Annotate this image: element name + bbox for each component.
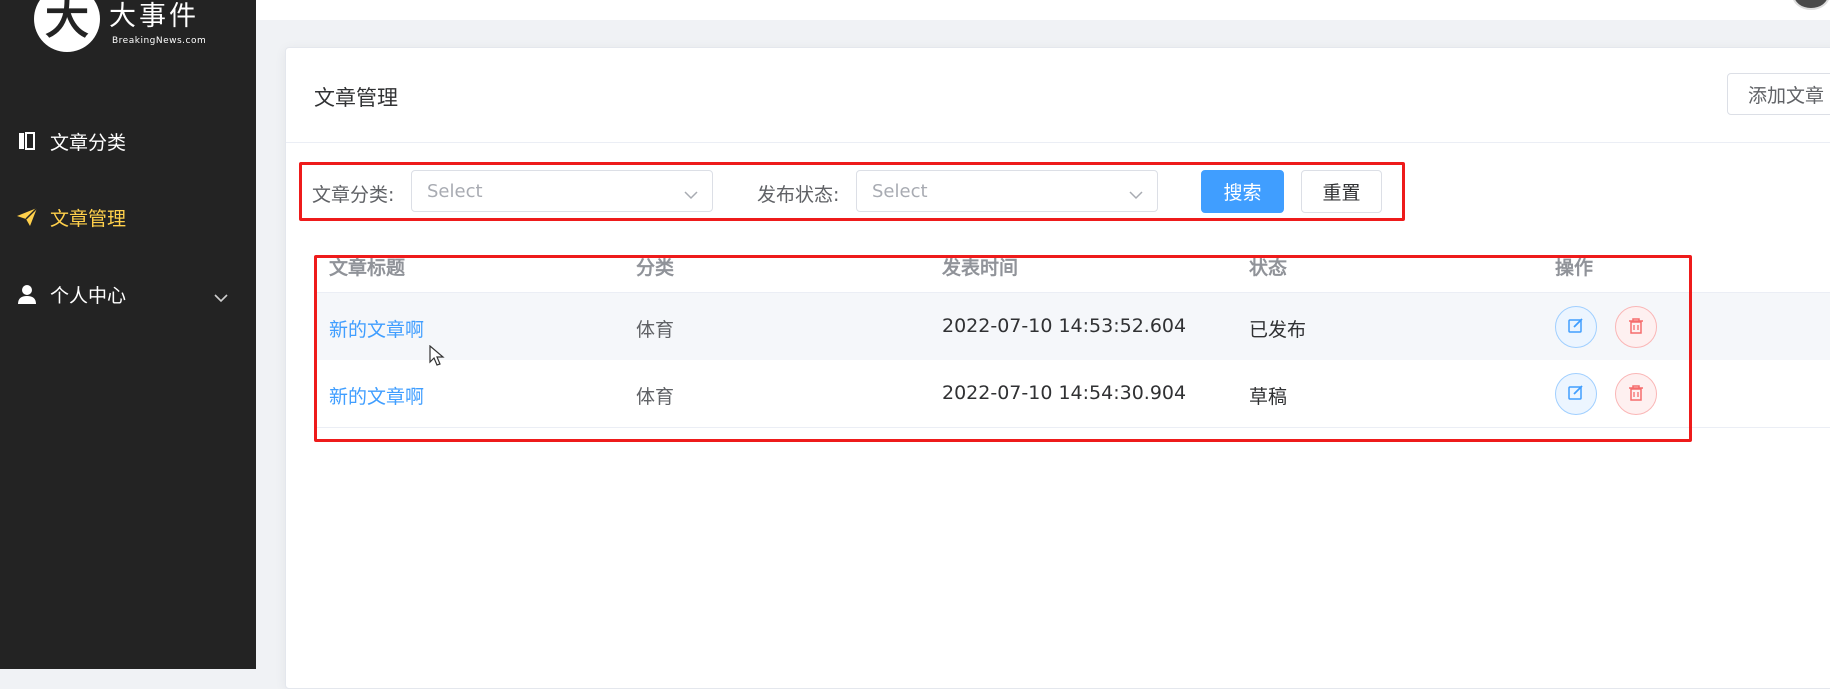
- mouse-cursor-icon: [429, 344, 445, 371]
- edit-icon: [1567, 384, 1585, 405]
- column-header-actions: 操作: [1555, 257, 1594, 279]
- column-header-category: 分类: [636, 257, 675, 279]
- page-title: 文章管理: [314, 86, 398, 110]
- status-label: 发布状态:: [757, 184, 840, 206]
- chevron-down-icon: [214, 286, 228, 308]
- sidebar-item-label: 个人中心: [50, 284, 127, 307]
- column-header-state: 状态: [1249, 257, 1288, 279]
- trash-icon: [1628, 317, 1644, 338]
- send-icon: [16, 206, 38, 228]
- search-button[interactable]: 搜索: [1201, 170, 1284, 213]
- status-select[interactable]: Select: [856, 170, 1158, 212]
- sidebar-item-article-category[interactable]: 文章分类: [0, 116, 256, 166]
- category-select-placeholder: Select: [427, 181, 483, 202]
- table-row: 新的文章啊 体育 2022-07-10 14:53:52.604 已发布: [314, 292, 1830, 361]
- add-article-button[interactable]: 添加文章: [1727, 73, 1830, 115]
- status-select-placeholder: Select: [872, 181, 928, 202]
- logo-subtitle: BreakingNews.com: [112, 36, 207, 46]
- chevron-down-icon: [684, 185, 698, 204]
- logo-mark: 大: [34, 0, 100, 52]
- sidebar: 大 大事件 BreakingNews.com 文章分类 文章管理 个人中心: [0, 0, 256, 669]
- column-header-time: 发表时间: [942, 257, 1019, 279]
- article-publish-time: 2022-07-10 14:54:30.904: [942, 382, 1187, 404]
- card-header: 文章管理 添加文章: [286, 48, 1830, 143]
- sidebar-item-label: 文章分类: [50, 131, 127, 154]
- trash-icon: [1628, 384, 1644, 405]
- user-icon: [16, 283, 38, 305]
- article-publish-time: 2022-07-10 14:53:52.604: [942, 315, 1187, 337]
- column-header-title: 文章标题: [329, 257, 406, 279]
- sidebar-item-article-management[interactable]: 文章管理: [0, 192, 256, 242]
- reset-button[interactable]: 重置: [1301, 170, 1382, 213]
- article-title-link[interactable]: 新的文章啊: [329, 382, 424, 409]
- book-icon: [16, 130, 38, 152]
- article-state: 草稿: [1249, 386, 1288, 408]
- chevron-down-icon: [1129, 185, 1143, 204]
- table-row: 新的文章啊 体育 2022-07-10 14:54:30.904 草稿: [314, 360, 1830, 428]
- sidebar-item-label: 文章管理: [50, 207, 127, 230]
- article-category: 体育: [636, 319, 675, 341]
- logo: 大 大事件 BreakingNews.com: [34, 0, 214, 58]
- article-state: 已发布: [1249, 319, 1307, 341]
- logo-title: 大事件: [109, 1, 199, 32]
- edit-button[interactable]: [1555, 306, 1597, 348]
- article-title-link[interactable]: 新的文章啊: [329, 315, 424, 342]
- delete-button[interactable]: [1615, 306, 1657, 348]
- edit-button[interactable]: [1555, 373, 1597, 415]
- edit-icon: [1567, 317, 1585, 338]
- category-label: 文章分类:: [312, 184, 395, 206]
- category-select[interactable]: Select: [411, 170, 713, 212]
- top-header: [256, 0, 1830, 20]
- avatar[interactable]: [1792, 0, 1830, 10]
- sidebar-item-personal-center[interactable]: 个人中心: [0, 269, 256, 319]
- delete-button[interactable]: [1615, 373, 1657, 415]
- article-category: 体育: [636, 386, 675, 408]
